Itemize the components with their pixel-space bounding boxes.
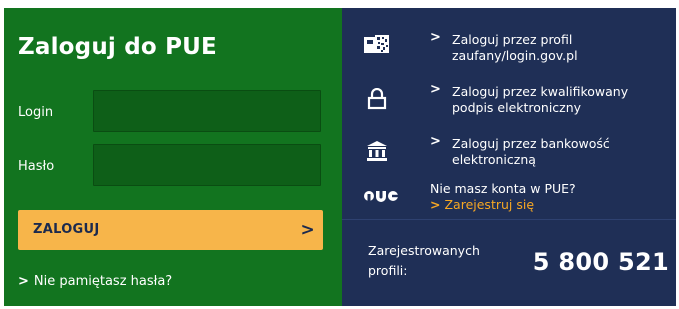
forgot-password-link[interactable]: > Nie pamiętasz hasła?	[18, 274, 172, 289]
bank-icon	[366, 140, 392, 162]
padlock-icon	[367, 87, 393, 110]
chevron-right-icon: >	[430, 134, 441, 149]
login-bank-option[interactable]: > Zaloguj przez bankowość elektroniczną	[342, 134, 676, 170]
option-label: Zaloguj przez bankowość elektroniczną	[452, 136, 672, 168]
chevron-right-icon: >	[430, 30, 441, 45]
chevron-right-icon: >	[18, 274, 29, 289]
login-button-label: ZALOGUJ	[33, 222, 100, 237]
registered-profiles-label: Zarejestrowanych profili:	[368, 241, 480, 281]
alternative-login-panel: > Zaloguj przez profil zaufany/login.gov…	[342, 8, 676, 306]
chevron-right-icon: >	[430, 197, 441, 212]
registered-label-line2: profili:	[368, 263, 408, 278]
option-label-line2: zaufany/login.gov.pl	[452, 48, 578, 63]
option-label-line2: podpis elektroniczny	[452, 100, 582, 115]
login-panel: Zaloguj do PUE Login Hasło ZALOGUJ > > Ni…	[4, 8, 342, 306]
no-account-block: Nie masz konta w PUE? > Zarejestruj się	[342, 181, 676, 217]
pue-logo-icon	[364, 187, 398, 209]
option-label-line1: Zaloguj przez kwalifikowany	[452, 84, 629, 99]
password-label: Hasło	[18, 159, 55, 174]
login-label: Login	[18, 105, 54, 120]
login-qualified-signature-option[interactable]: > Zaloguj przez kwalifikowany podpis ele…	[342, 82, 676, 118]
option-label-line2: elektroniczną	[452, 152, 536, 167]
chevron-right-icon: >	[300, 220, 315, 240]
panel-title: Zaloguj do PUE	[18, 34, 217, 60]
registered-label-line1: Zarejestrowanych	[368, 243, 480, 258]
login-widget: Zaloguj do PUE Login Hasło ZALOGUJ > > Ni…	[0, 0, 679, 309]
no-account-text-block: Nie masz konta w PUE? > Zarejestruj się	[430, 181, 650, 213]
registered-profiles-count: 5 800 521	[532, 248, 669, 276]
register-link-label: Zarejestruj się	[444, 197, 535, 212]
forgot-password-label: Nie pamiętasz hasła?	[33, 274, 173, 289]
register-link[interactable]: > Zarejestruj się	[430, 197, 650, 213]
option-label: Zaloguj przez kwalifikowany podpis elekt…	[452, 84, 672, 116]
option-label-line1: Zaloguj przez bankowość	[452, 136, 610, 151]
profil-zaufany-icon	[364, 34, 390, 56]
password-input[interactable]	[93, 144, 321, 186]
login-input[interactable]	[93, 90, 321, 132]
option-label-line1: Zaloguj przez profil	[452, 32, 573, 47]
divider	[342, 219, 676, 220]
login-profil-zaufany-option[interactable]: > Zaloguj przez profil zaufany/login.gov…	[342, 30, 676, 66]
option-label: Zaloguj przez profil zaufany/login.gov.p…	[452, 32, 672, 64]
no-account-text: Nie masz konta w PUE?	[430, 181, 576, 196]
login-button[interactable]: ZALOGUJ >	[18, 210, 323, 250]
chevron-right-icon: >	[430, 82, 441, 97]
